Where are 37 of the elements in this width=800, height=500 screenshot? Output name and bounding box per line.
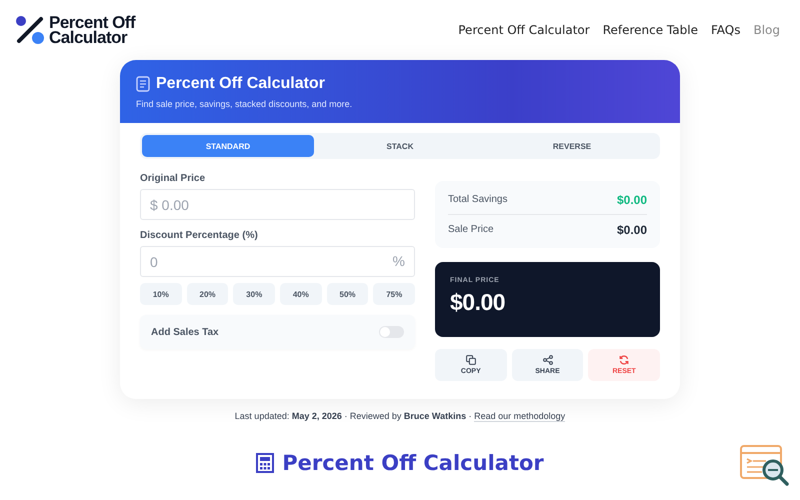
card-title: Percent Off Calculator [156,75,325,93]
field-label: Discount Percentage (%) [140,230,259,241]
nav-link[interactable]: Blog [753,23,780,37]
section-heading: Percent Off Calculator [282,451,544,475]
refresh-icon [619,355,630,365]
percent-suffix: % [392,253,405,269]
calculator-icon [256,453,274,473]
preset-button[interactable]: 10% [140,283,182,305]
summary-value: $0.00 [616,192,647,206]
mode-tab[interactable]: REVERSE [486,135,658,157]
preset-button[interactable]: 20% [186,283,228,305]
field-label: Original Price [140,173,206,184]
browser-search-icon[interactable] [740,445,790,487]
share-icon [542,355,552,365]
preset-button[interactable]: 40% [280,283,322,305]
nav-link[interactable]: Percent Off Calculator [458,23,590,37]
card-subtitle: Find sale price, savings, stacked discounts, and more. [136,99,354,109]
nav-link[interactable]: FAQs [710,23,740,37]
preset-button[interactable]: 30% [233,283,276,305]
receipt-icon [136,76,150,92]
mode-tab[interactable]: STANDARD [142,135,314,157]
sales-tax-label: Add Sales Tax [151,326,219,338]
nav-link[interactable]: Reference Table [602,23,698,37]
final-price-value: $0.00 [450,289,506,316]
copy-icon [466,355,476,365]
preset-button[interactable]: 50% [326,283,368,305]
preset-button[interactable]: 75% [373,283,416,305]
mode-tab[interactable]: STACK [314,135,486,157]
logo-text[interactable]: Percent Off Calculator [49,15,136,45]
price-field[interactable]: $ 0.00 [140,189,415,220]
summary-value: $0.00 [616,222,647,236]
logo-icon [15,15,45,45]
methodology-link[interactable]: Read our methodology [474,411,566,422]
summary-label: Sale Price [448,224,494,235]
summary-label: Total Savings [448,194,508,205]
sales-tax-toggle[interactable] [379,326,404,338]
update-note: Last updated: May 2, 2026 · Reviewed by Bruce Watkins · Read our methodology [234,411,566,421]
